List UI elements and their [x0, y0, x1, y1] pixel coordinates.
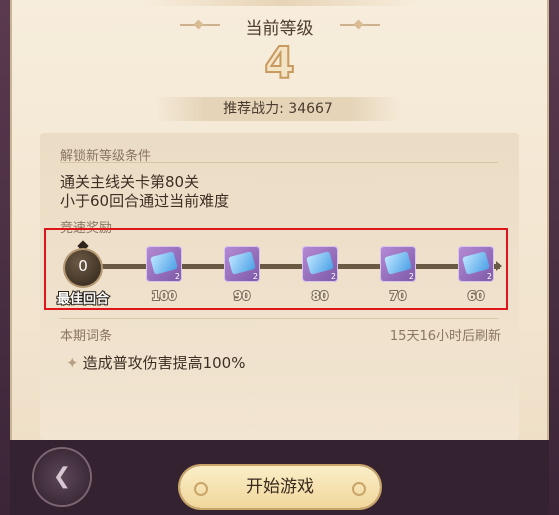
reward-qty: 2 [252, 272, 258, 281]
reward-item-1[interactable]: 2 [146, 246, 182, 282]
term-effect: ✦ 造成普攻伤害提高100% [66, 352, 245, 373]
start-game-label: 开始游戏 [246, 477, 314, 497]
track-arrow-icon [496, 261, 502, 271]
best-round-value: 0 [78, 257, 88, 275]
term-refresh-timer: 15天16小时后刷新 [389, 329, 501, 344]
best-round-label: 最佳回合 [56, 291, 110, 308]
scroll-icon [306, 251, 334, 275]
reward-qty: 2 [330, 272, 336, 281]
best-round-medal[interactable]: 0 [61, 240, 105, 290]
button-ornament-icon [352, 482, 366, 496]
reward-qty: 2 [408, 272, 414, 281]
reward-item-2[interactable]: 2 [224, 246, 260, 282]
reward-progress-track [80, 264, 500, 269]
reward-item-3[interactable]: 2 [302, 246, 338, 282]
reward-qty: 2 [486, 272, 492, 281]
term-effect-text: 造成普攻伤害提高100% [82, 354, 246, 372]
scroll-icon [462, 251, 490, 275]
term-divider [60, 318, 498, 319]
scroll-icon [384, 251, 412, 275]
sparkle-icon: ✦ [66, 354, 79, 372]
reward-threshold: 100 [150, 288, 177, 304]
reward-threshold: 80 [311, 288, 330, 304]
button-ornament-icon [194, 482, 208, 496]
reward-threshold: 90 [233, 288, 252, 304]
reward-threshold: 70 [389, 288, 408, 304]
reward-threshold: 60 [467, 288, 486, 304]
scroll-icon [228, 251, 256, 275]
scroll-icon [150, 251, 178, 275]
unlock-divider [60, 162, 498, 163]
reward-item-4[interactable]: 2 [380, 246, 416, 282]
reward-qty: 2 [174, 272, 180, 281]
recommended-power: 推荐战力: 34667 [156, 97, 400, 121]
current-level-title: 当前等级 [245, 19, 314, 39]
current-level-number: 4 [263, 37, 296, 90]
term-label: 本期词条 [60, 329, 113, 344]
back-button[interactable]: ❮ [34, 449, 90, 505]
panel-top-decoration [142, 0, 422, 6]
start-game-button[interactable]: 开始游戏 [180, 466, 380, 508]
unlock-condition-2: 小于60回合通过当前难度 [60, 192, 230, 210]
reward-item-5[interactable]: 2 [458, 246, 494, 282]
unlock-condition-1: 通关主线关卡第80关 [60, 173, 200, 191]
back-arrow-icon: ❮ [52, 464, 72, 489]
